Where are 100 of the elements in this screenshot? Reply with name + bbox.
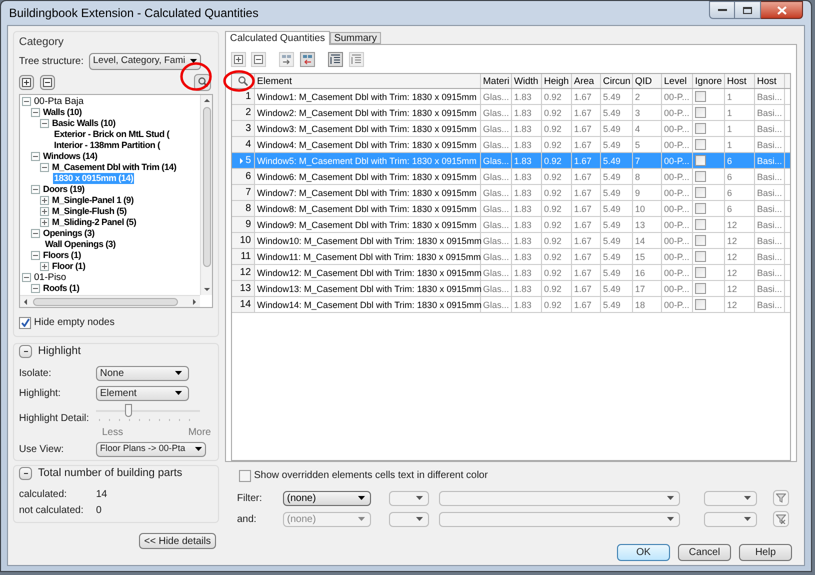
collapse-icon[interactable]	[31, 108, 40, 116]
tree-item[interactable]: Roofs (1)	[42, 282, 80, 294]
collapse-all-button[interactable]	[251, 52, 266, 66]
collapse-icon[interactable]	[22, 272, 31, 282]
dropdown-arrow-icon	[190, 59, 197, 63]
collapse-button[interactable]	[19, 344, 32, 358]
tree-item[interactable]: Openings (3)	[42, 228, 96, 238]
close-button[interactable]	[761, 1, 803, 19]
checkbox[interactable]	[19, 316, 31, 328]
checkbox[interactable]	[695, 267, 706, 278]
maximize-button[interactable]	[735, 1, 761, 19]
checkbox[interactable]	[695, 155, 706, 166]
tree-item[interactable]: Basic Walls (10)	[51, 118, 116, 128]
expand-icon[interactable]	[40, 206, 49, 216]
tree-item[interactable]: Exterior - Brick on MtL Stud (	[53, 128, 170, 140]
column-header[interactable]: Level	[662, 74, 693, 88]
collapse-icon[interactable]	[31, 284, 40, 292]
tree-item[interactable]: Windows (14)	[42, 150, 98, 162]
minimize-button[interactable]	[709, 1, 735, 19]
column-header[interactable]: QID	[633, 74, 662, 88]
use-view-dropdown[interactable]: Floor Plans -> 00-Pta	[96, 442, 206, 456]
table-cell: 1.67	[572, 89, 601, 104]
tree-item[interactable]: Walls (10)	[42, 106, 83, 118]
collapse-button[interactable]	[19, 466, 32, 480]
checkbox[interactable]	[239, 470, 251, 482]
table-cell: 5	[633, 137, 662, 152]
tree-item[interactable]: M_Single-Panel 1 (9)	[51, 194, 135, 206]
column-header[interactable]: Width	[512, 74, 542, 88]
filter-dropdown[interactable]: (none)	[283, 490, 371, 506]
column-header[interactable]: Materi	[481, 74, 512, 88]
tree-item[interactable]: M_Sliding-2 Panel (5)	[51, 216, 138, 228]
isolate-dropdown[interactable]: None	[96, 366, 189, 380]
expand-icon[interactable]	[40, 196, 49, 204]
tree-item[interactable]: Doors (19)	[42, 184, 86, 194]
vertical-scrollbar[interactable]	[200, 94, 212, 295]
checkbox[interactable]	[695, 203, 706, 214]
horizontal-scrollbar[interactable]	[20, 295, 200, 307]
column-header[interactable]: Host	[755, 74, 785, 88]
slider-thumb[interactable]	[125, 404, 132, 417]
filter-button[interactable]	[773, 490, 789, 506]
tree-item[interactable]: Interior - 138mm Partition (	[53, 140, 162, 150]
expand-icon[interactable]	[40, 262, 49, 270]
table-cell: Window3: M_Casement Dbl with Trim: 1830 x 0915mm	[255, 121, 481, 136]
checkbox[interactable]	[695, 139, 706, 150]
collapse-icon[interactable]	[31, 250, 40, 260]
collapse-all-button[interactable]	[40, 74, 55, 90]
checkbox[interactable]	[695, 123, 706, 134]
checkbox[interactable]	[695, 235, 706, 246]
field-label: Highlight:	[19, 386, 62, 400]
checkbox[interactable]	[695, 299, 706, 310]
dropdown-arrow-icon	[195, 447, 202, 451]
tree-item[interactable]: Wall Openings (3)	[44, 238, 117, 250]
operator-dropdown[interactable]	[389, 512, 429, 526]
column-header[interactable]: Ignore	[693, 74, 725, 88]
expand-all-button[interactable]	[231, 52, 246, 66]
checkbox[interactable]	[695, 251, 706, 262]
dialog-button[interactable]: OK	[617, 544, 670, 561]
collapse-icon[interactable]	[31, 152, 40, 160]
tree-item[interactable]: M_Single-Flush (5)	[51, 206, 128, 216]
expand-all-button[interactable]	[19, 74, 34, 90]
expand-icon[interactable]	[40, 218, 49, 226]
column-header[interactable]: Element	[255, 74, 481, 88]
tree-item[interactable]: M_Casement Dbl with Trim (14)	[51, 162, 178, 172]
checkbox[interactable]	[695, 107, 706, 118]
checkbox[interactable]	[695, 219, 706, 230]
search-icon[interactable]	[238, 76, 248, 86]
tab[interactable]: Calculated Quantities	[225, 31, 330, 45]
table-cell: 1	[725, 137, 755, 152]
tree-item[interactable]: 00-Pta Baja	[33, 96, 85, 106]
dialog-button[interactable]: Cancel	[678, 544, 731, 561]
move-left-button[interactable]	[300, 52, 315, 66]
column-header[interactable]: Area	[572, 74, 601, 88]
clear-filter-button[interactable]	[773, 511, 789, 527]
table-cell: 4	[633, 121, 662, 136]
dialog-button[interactable]: Help	[739, 544, 792, 561]
checkbox[interactable]	[695, 187, 706, 198]
table-cell: 1.83	[512, 265, 542, 280]
tree-item[interactable]: Floor (1)	[51, 260, 86, 272]
tree-structure-dropdown[interactable]: Level, Category, Fami	[89, 52, 201, 70]
column-header[interactable]: Heigh	[542, 74, 572, 88]
collapse-icon[interactable]	[31, 228, 40, 238]
tab[interactable]: Summary	[330, 32, 381, 44]
move-right-button[interactable]	[279, 52, 294, 66]
collapse-icon[interactable]	[31, 184, 40, 194]
checkbox[interactable]	[695, 171, 706, 182]
highlight-dropdown[interactable]: Element	[96, 386, 189, 400]
hide-details-button[interactable]: << Hide details	[139, 532, 216, 548]
column-header[interactable]: Host	[725, 74, 755, 88]
highlight-detail-slider[interactable]	[96, 404, 200, 424]
tree-item[interactable]: Floors (1)	[42, 250, 82, 260]
column-header[interactable]: Circun	[601, 74, 633, 88]
collapse-icon[interactable]	[22, 96, 31, 106]
collapse-icon[interactable]	[40, 118, 49, 128]
operator-dropdown[interactable]	[389, 490, 429, 506]
checkbox[interactable]	[695, 91, 706, 102]
table-cell: Glas...	[481, 233, 512, 248]
checkbox[interactable]	[695, 283, 706, 294]
tree-item[interactable]: 01-Piso	[33, 272, 68, 282]
collapse-icon[interactable]	[40, 162, 49, 172]
list-view-button[interactable]	[328, 52, 343, 66]
